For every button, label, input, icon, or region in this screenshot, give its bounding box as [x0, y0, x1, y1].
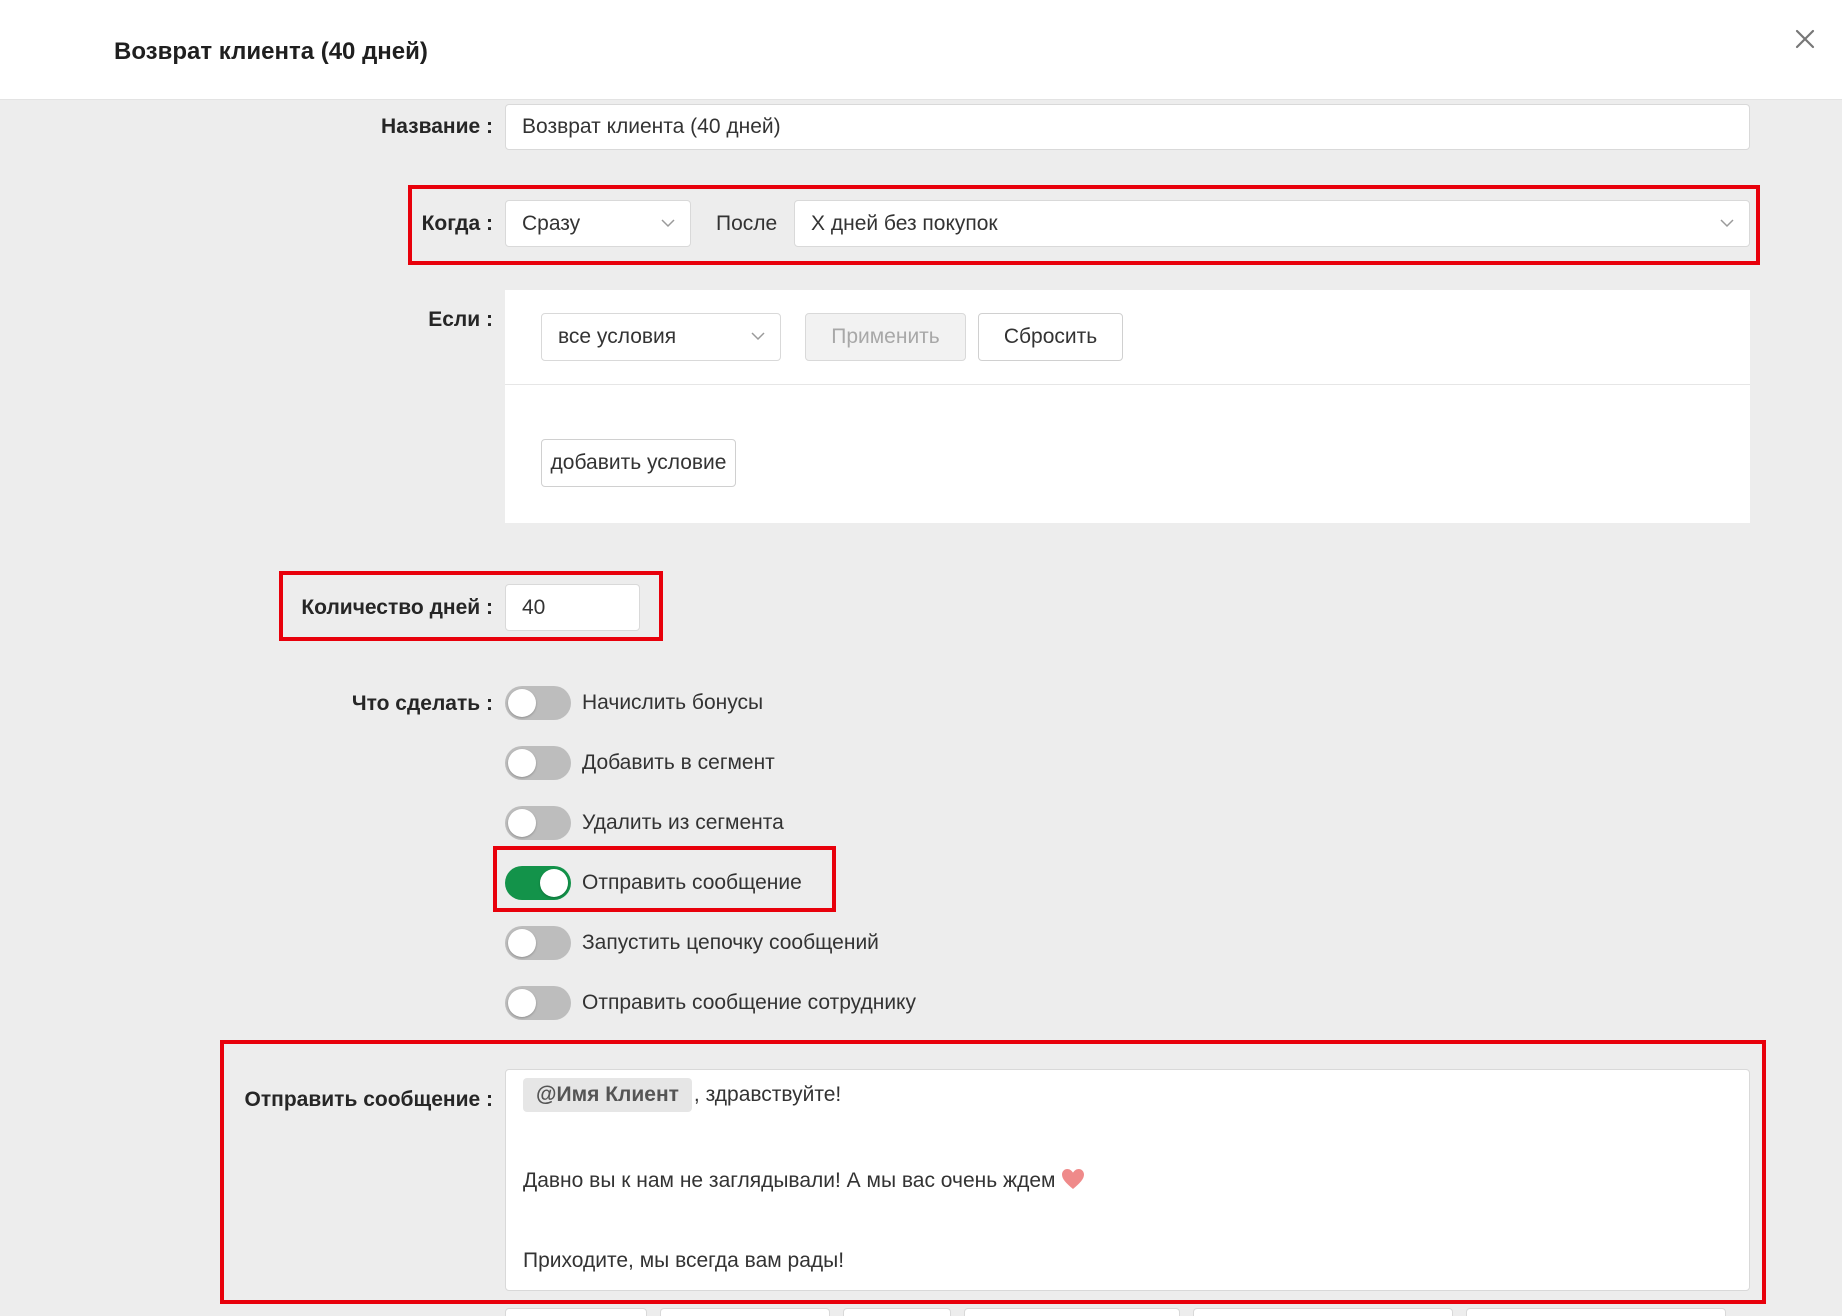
toggle-switch[interactable]	[505, 806, 571, 840]
if-label: Если :	[428, 308, 493, 331]
trigger-select-value: X дней без покупок	[811, 211, 998, 235]
toggle-send-message[interactable]: Отправить сообщение	[505, 866, 802, 900]
name-label: Название :	[381, 115, 493, 138]
toolbar-stub	[1193, 1308, 1453, 1316]
actions-label: Что сделать :	[351, 692, 493, 715]
panel-divider	[505, 384, 1750, 385]
days-label: Количество дней :	[301, 596, 493, 619]
message-body-text: Давно вы к нам не заглядывали! А мы вас …	[523, 1169, 1056, 1192]
message-editor[interactable]: @Имя Клиент, здравствуйте! Давно вы к на…	[505, 1069, 1750, 1291]
toggle-label: Отправить сообщение	[582, 871, 802, 894]
message-line-2: Давно вы к нам не заглядывали! А мы вас …	[523, 1168, 1085, 1193]
greeting-text: , здравствуйте!	[693, 1083, 842, 1106]
modal-header: Возврат клиента (40 дней)	[0, 0, 1842, 100]
timing-select-value: Сразу	[522, 211, 581, 235]
toggle-add-to-segment[interactable]: Добавить в сегмент	[505, 746, 775, 780]
toolbar-stub	[660, 1308, 830, 1316]
chevron-down-icon	[660, 215, 675, 229]
toggle-label: Удалить из сегмента	[582, 811, 784, 834]
send-message-label: Отправить сообщение :	[244, 1088, 493, 1111]
toggle-message-employee[interactable]: Отправить сообщение сотруднику	[505, 986, 916, 1020]
toggle-label: Добавить в сегмент	[582, 751, 775, 774]
toolbar-stub	[505, 1308, 647, 1316]
close-icon[interactable]	[1790, 24, 1820, 54]
modal-title: Возврат клиента (40 дней)	[114, 38, 428, 65]
toolbar-stub	[964, 1308, 1180, 1316]
message-line-1: @Имя Клиент, здравствуйте!	[523, 1078, 841, 1112]
when-label: Когда :	[421, 212, 493, 235]
toolbar-stub	[843, 1308, 951, 1316]
toggle-remove-from-segment[interactable]: Удалить из сегмента	[505, 806, 784, 840]
toggle-start-message-chain[interactable]: Запустить цепочку сообщений	[505, 926, 879, 960]
days-input[interactable]: 40	[505, 584, 640, 631]
conditions-select[interactable]: все условия	[541, 313, 781, 361]
conditions-select-value: все условия	[558, 325, 677, 348]
after-label: После	[716, 212, 778, 235]
toolbar-stub	[1466, 1308, 1726, 1316]
message-line-3: Приходите, мы всегда вам рады!	[523, 1249, 845, 1272]
add-condition-button[interactable]: добавить условие	[541, 439, 736, 487]
toggle-label: Запустить цепочку сообщений	[582, 931, 879, 954]
toggle-switch[interactable]	[505, 926, 571, 960]
chevron-down-icon	[1719, 215, 1734, 229]
toggle-switch[interactable]	[505, 866, 571, 900]
client-name-chip[interactable]: @Имя Клиент	[523, 1078, 692, 1112]
heart-icon	[1061, 1168, 1085, 1190]
toggle-label: Начислить бонусы	[582, 691, 764, 714]
toggle-switch[interactable]	[505, 746, 571, 780]
timing-select[interactable]: Сразу	[505, 200, 691, 247]
toggle-label: Отправить сообщение сотруднику	[582, 991, 916, 1014]
toggle-switch[interactable]	[505, 986, 571, 1020]
name-input[interactable]: Возврат клиента (40 дней)	[505, 104, 1750, 150]
chevron-down-icon	[750, 328, 765, 342]
toggle-add-bonuses[interactable]: Начислить бонусы	[505, 686, 763, 720]
reset-button[interactable]: Сбросить	[978, 313, 1123, 361]
apply-button[interactable]: Применить	[805, 313, 966, 361]
trigger-select[interactable]: X дней без покупок	[794, 200, 1750, 247]
conditions-panel: все условия Применить Сбросить добавить …	[505, 290, 1750, 523]
toggle-switch[interactable]	[505, 686, 571, 720]
